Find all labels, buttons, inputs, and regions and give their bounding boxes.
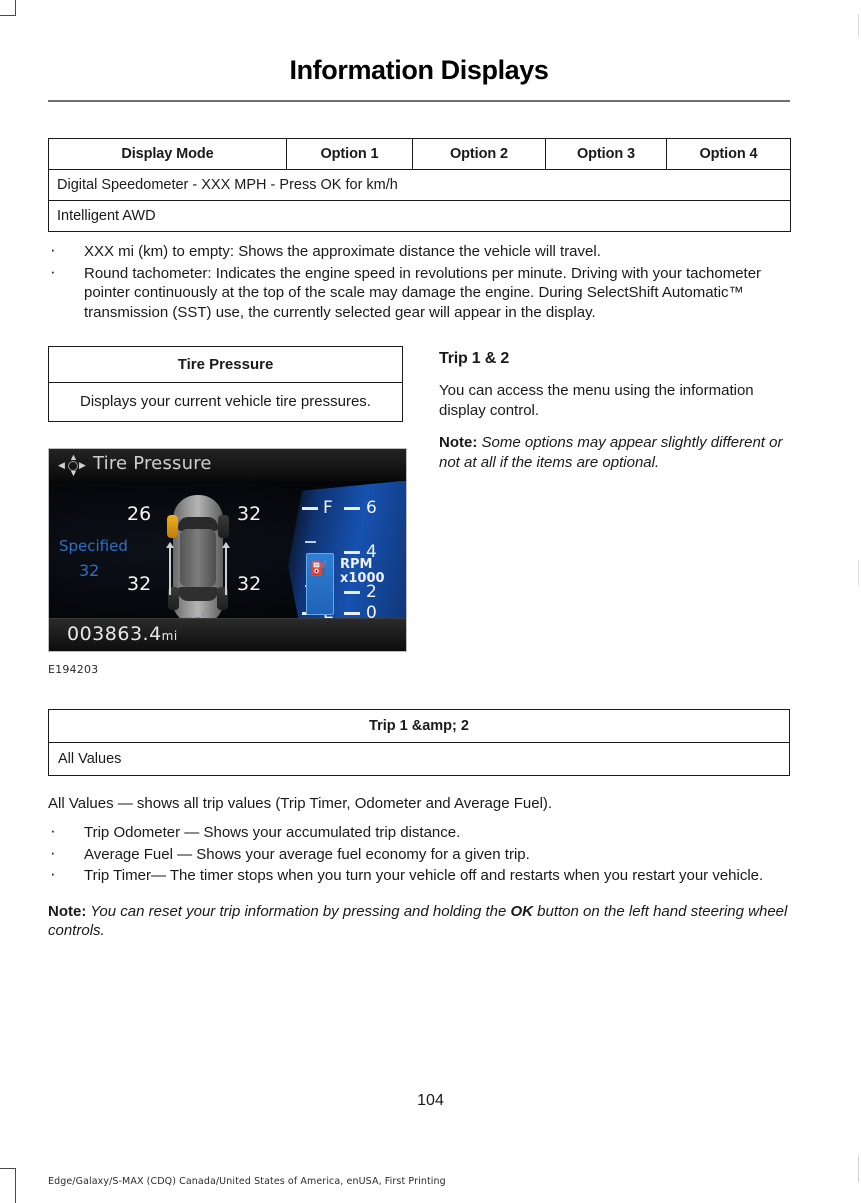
trip-section-note: Note: Some options may appear slightly d… [439, 433, 789, 472]
note-label: Note: [439, 434, 478, 451]
arrow-left-icon: ◀ [58, 459, 65, 470]
odometer-value: 003863.4 [67, 622, 162, 645]
tach-tick-6 [344, 506, 360, 510]
arrow-down-icon: ▼ [69, 467, 78, 478]
tire-pressure-figure: ▲ ▼ ◀ ▶ Tire Pressure Specified 32 26 32… [48, 447, 407, 676]
trip-intro-text: All Values — shows all trip values (Trip… [48, 794, 553, 812]
crop-mark-top-left [0, 0, 16, 16]
crop-mark-bottom-right [857, 1156, 859, 1182]
trip-section-heading: Trip 1 & 2 [439, 350, 510, 367]
table-row: All Values [48, 741, 790, 776]
fuel-tick-full [302, 506, 318, 510]
mode-bullet-list: XXX mi (km) to empty: Shows the approxim… [48, 239, 790, 323]
trip-values-table: Trip 1 &amp; 2 All Values [48, 708, 790, 776]
column-header-option-4: Option 4 [666, 138, 791, 170]
fuel-tick-three-quarter [305, 540, 316, 543]
fuel-pump-icon: ⛽ [310, 559, 328, 576]
column-header-option-1: Option 1 [286, 138, 413, 170]
tire-pressure-description: Displays your current vehicle tire press… [48, 382, 403, 422]
rear-window-shape [178, 586, 218, 601]
tire-front-left-icon [167, 514, 178, 538]
cluster-footer-bar: 003863.4mi [49, 617, 406, 651]
list-item: Trip Odometer — Shows your accumulated t… [48, 820, 790, 843]
pressure-front-left: 26 [127, 502, 152, 525]
column-header-option-3: Option 3 [545, 138, 667, 170]
column-header-trip-1-and-2: Trip 1 &amp; 2 [48, 708, 790, 743]
row-all-values: All Values [48, 741, 790, 776]
final-note-label: Note: [48, 902, 87, 920]
cluster-body: Specified 32 26 32 32 32 F ⛽ 6 4 2 0 RPM… [49, 480, 406, 651]
tach-tick-4 [344, 550, 360, 554]
arrow-right-icon: ▶ [79, 459, 86, 470]
table-header-row: Trip 1 &amp; 2 [48, 708, 790, 743]
left-column: Tire Pressure Displays your current vehi… [48, 346, 407, 676]
specified-value: 32 [79, 560, 100, 580]
footer-text: Edge/Galaxy/S-MAX (CDQ) Canada/United St… [48, 1176, 446, 1187]
page-title: Information Displays [289, 55, 549, 85]
column-header-display-mode: Display Mode [48, 138, 287, 170]
crop-mark-bottom-left [0, 1168, 16, 1203]
list-item: Average Fuel — Shows your average fuel e… [48, 842, 790, 865]
pressure-pointer-left-icon [166, 541, 181, 595]
instrument-cluster-image: ▲ ▼ ◀ ▶ Tire Pressure Specified 32 26 32… [48, 447, 407, 652]
vehicle-top-view-icon [166, 494, 230, 623]
table-row: Intelligent AWD [48, 200, 791, 232]
cluster-title: Tire Pressure [93, 452, 212, 474]
two-column-region: Tire Pressure Displays your current vehi… [48, 346, 790, 676]
final-note-part-1: You can reset your trip information by p… [86, 902, 511, 920]
tach-label-6: 6 [366, 497, 377, 518]
tach-tick-2 [344, 590, 360, 594]
roof-shape [180, 528, 216, 587]
list-item: Trip Timer— The timer stops when you tur… [48, 863, 790, 886]
page-content: Information Displays Display Mode Option… [48, 0, 791, 941]
table-header-row: Display Mode Option 1 Option 2 Option 3 … [48, 138, 791, 170]
pressure-pointer-right-icon [215, 541, 230, 595]
column-header-option-2: Option 2 [412, 138, 546, 170]
right-column: Trip 1 & 2 You can access the menu using… [439, 346, 789, 676]
page-number: 104 [417, 1092, 444, 1109]
note-body: Some options may appear slightly differe… [439, 434, 783, 471]
odometer-unit: mi [161, 628, 178, 643]
row-intelligent-awd: Intelligent AWD [48, 200, 791, 232]
final-note-emphasis: OK [510, 902, 533, 920]
pressure-rear-right: 32 [237, 572, 262, 595]
list-item: XXX mi (km) to empty: Shows the approxim… [48, 239, 790, 262]
crop-mark-middle-right [857, 560, 859, 586]
table-row: Digital Speedometer - XXX MPH - Press OK… [48, 169, 791, 201]
column-header-tire-pressure: Tire Pressure [48, 346, 403, 383]
trip-bullet-list: Trip Odometer — Shows your accumulated t… [48, 820, 790, 886]
tach-unit-multiplier: x1000 [340, 570, 385, 586]
pressure-rear-left: 32 [127, 572, 152, 595]
navigation-pad-icon: ▲ ▼ ◀ ▶ [57, 451, 87, 478]
specified-label: Specified [59, 536, 128, 555]
display-mode-table: Display Mode Option 1 Option 2 Option 3 … [48, 138, 791, 232]
title-divider [48, 100, 790, 102]
tire-front-right-icon [218, 514, 229, 538]
final-note: Note: You can reset your trip informatio… [48, 902, 790, 941]
table-row: Displays your current vehicle tire press… [48, 382, 403, 422]
tach-unit-rpm: RPM [340, 556, 373, 572]
odometer-reading: 003863.4mi [67, 623, 178, 645]
trip-section-paragraph: You can access the menu using the inform… [439, 382, 754, 419]
crop-mark-top-right [857, 14, 859, 36]
tire-pressure-table: Tire Pressure Displays your current vehi… [48, 346, 403, 422]
list-item: Round tachometer: Indicates the engine s… [48, 261, 790, 323]
figure-id: E194203 [48, 662, 99, 676]
pressure-front-right: 32 [237, 502, 262, 525]
fuel-label-full: F [323, 497, 333, 518]
arrow-up-icon: ▲ [69, 451, 78, 462]
tach-tick-0 [344, 611, 360, 615]
row-digital-speedometer: Digital Speedometer - XXX MPH - Press OK… [48, 169, 791, 201]
table-header-row: Tire Pressure [48, 346, 403, 383]
